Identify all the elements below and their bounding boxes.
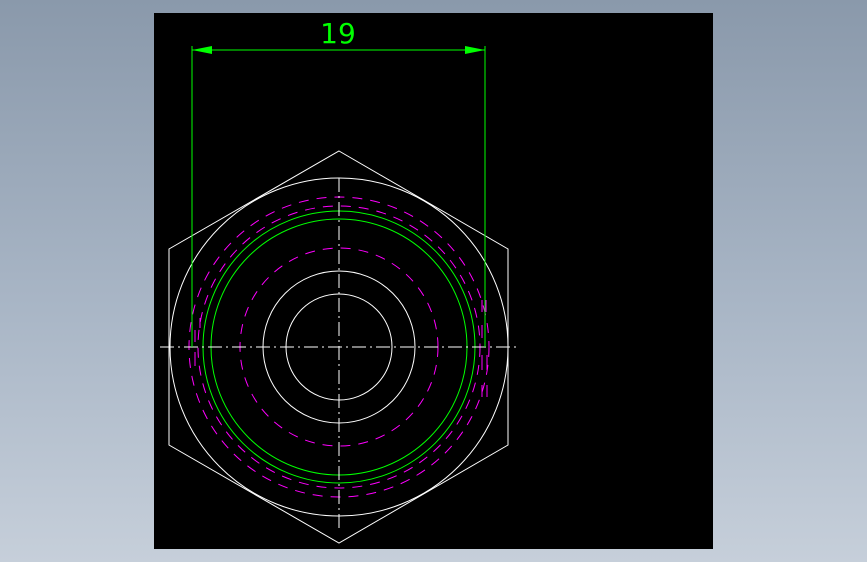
thread-hatch-marks <box>194 300 488 397</box>
hex-nut-drawing: 19 <box>160 17 518 544</box>
dimension-arrow-right <box>465 46 485 54</box>
dimension-text: 19 <box>320 17 356 50</box>
dimension-arrow-left <box>192 46 212 54</box>
cad-drawing-viewport[interactable]: 19 <box>154 13 713 549</box>
